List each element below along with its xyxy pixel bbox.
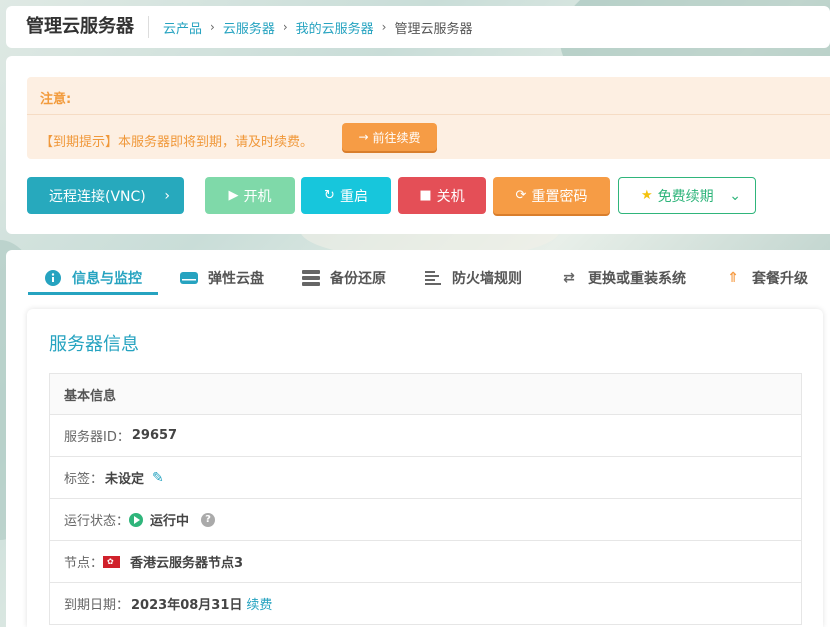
expire-value: 2023年08月31日 [131,598,243,613]
tab-label: 弹性云盘 [208,271,264,287]
upgrade-icon: ⇑ [727,270,739,286]
status-label: 运行状态： [64,514,130,529]
table-row: 标签： 未设定 ✎ [50,457,801,499]
breadcrumb-cloud-servers[interactable]: 云服务器 [223,18,275,37]
expire-label: 到期日期： [64,598,130,613]
power-off-label: 关机 [436,188,465,205]
table-row: 服务器ID： 29657 [50,415,801,457]
node-label: 节点： [64,556,104,571]
free-renew-dropdown[interactable]: ★ 免费续期 ⌄ [618,177,756,214]
reset-password-label: 重置密码 [531,188,588,205]
tag-value: 未设定 [105,472,145,487]
renew-link[interactable]: 续费 [246,594,272,613]
table-header: 基本信息 [50,374,801,415]
restart-label: 重启 [339,188,368,205]
chevron-right-icon: › [381,20,387,34]
disk-icon [180,272,198,284]
power-on-label: 开机 [243,188,272,205]
chevron-down-icon: ⌄ [729,187,741,204]
vnc-label: 远程连接(VNC) [49,188,146,205]
breadcrumb-current: 管理云服务器 [394,21,473,37]
tab-backup-restore[interactable]: 备份还原 [286,262,402,294]
server-id-label: 服务器ID： [64,430,130,445]
table-row: 节点： 香港云服务器节点3 [50,541,801,583]
tab-info-monitor[interactable]: 信息与监控 [28,262,158,295]
help-icon[interactable]: ? [201,512,216,527]
notice-message: 【到期提示】本服务器即将到期，请及时续费。 [40,135,314,150]
status-value: 运行中 [150,514,190,529]
vnc-button[interactable]: 远程连接(VNC) › [27,177,184,214]
tab-label: 备份还原 [330,271,386,287]
star-icon: ★ [641,188,653,203]
page-header: 管理云服务器 云产品 › 云服务器 › 我的云服务器 › 管理云服务器 [6,6,830,48]
go-renew-button[interactable]: → 前往续费 [342,123,437,151]
free-renew-label: 免费续期 [657,188,714,205]
notice-divider [27,114,830,115]
list-icon [424,270,442,286]
breadcrumb-my-servers[interactable]: 我的云服务器 [296,18,374,37]
breadcrumb-cloud-products[interactable]: 云产品 [163,18,202,37]
tag-label: 标签： [64,472,104,487]
page-title: 管理云服务器 [26,16,149,38]
chevron-right-icon: › [210,20,215,34]
tab-label: 防火墙规则 [452,271,522,287]
section-title: 服务器信息 [49,334,139,355]
server-id-value: 29657 [131,428,178,443]
info-icon [44,270,62,286]
arrow-right-icon: → [358,130,369,144]
chevron-right-icon: › [164,187,170,204]
stop-icon: ■ [419,188,432,203]
tab-bar: 信息与监控 弹性云盘 备份还原 防火墙规则 ⇄ 更换或重装系统 ⇑ 套餐升级 [28,262,830,295]
server-icon [302,270,320,286]
restart-button[interactable]: ↻ 重启 [301,177,391,214]
hong-kong-flag-icon [103,555,121,568]
control-panel: 注意: 【到期提示】本服务器即将到期，请及时续费。 → 前往续费 远程连接(VN… [6,56,830,234]
info-table: 基本信息 服务器ID： 29657 标签： 未设定 ✎ 运行状态： 运行中 ? … [49,373,802,625]
power-off-button[interactable]: ■ 关机 [398,177,486,214]
expiry-notice: 注意: 【到期提示】本服务器即将到期，请及时续费。 → 前往续费 [27,77,830,159]
tab-reinstall[interactable]: ⇄ 更换或重装系统 [544,262,702,294]
table-row: 到期日期： 2023年08月31日 续费 [50,583,801,625]
running-icon [129,512,144,527]
tab-label: 更换或重装系统 [588,271,686,287]
detail-panel: 信息与监控 弹性云盘 备份还原 防火墙规则 ⇄ 更换或重装系统 ⇑ 套餐升级 服… [6,250,830,627]
go-renew-label: 前往续费 [372,130,421,145]
tab-label: 信息与监控 [72,271,142,287]
chevron-right-icon: › [282,20,288,34]
breadcrumb: 云产品 › 云服务器 › 我的云服务器 › 管理云服务器 [163,18,473,37]
server-info-card: 服务器信息 基本信息 服务器ID： 29657 标签： 未设定 ✎ 运行状态： … [27,309,823,627]
tab-upgrade[interactable]: ⇑ 套餐升级 [708,262,824,294]
sync-icon: ⟳ [515,188,527,203]
play-icon: ▶ [228,188,239,203]
refresh-icon: ↻ [324,188,335,203]
power-on-button[interactable]: ▶ 开机 [205,177,295,214]
edit-icon[interactable]: ✎ [152,470,164,486]
node-value: 香港云服务器节点3 [130,556,244,571]
swap-icon: ⇄ [563,270,575,286]
tab-elastic-disk[interactable]: 弹性云盘 [164,262,280,294]
tab-label: 套餐升级 [752,271,808,287]
notice-title: 注意: [40,92,72,107]
table-row: 运行状态： 运行中 ? [50,499,801,541]
reset-password-button[interactable]: ⟳ 重置密码 [493,177,610,214]
tab-firewall[interactable]: 防火墙规则 [408,262,538,294]
